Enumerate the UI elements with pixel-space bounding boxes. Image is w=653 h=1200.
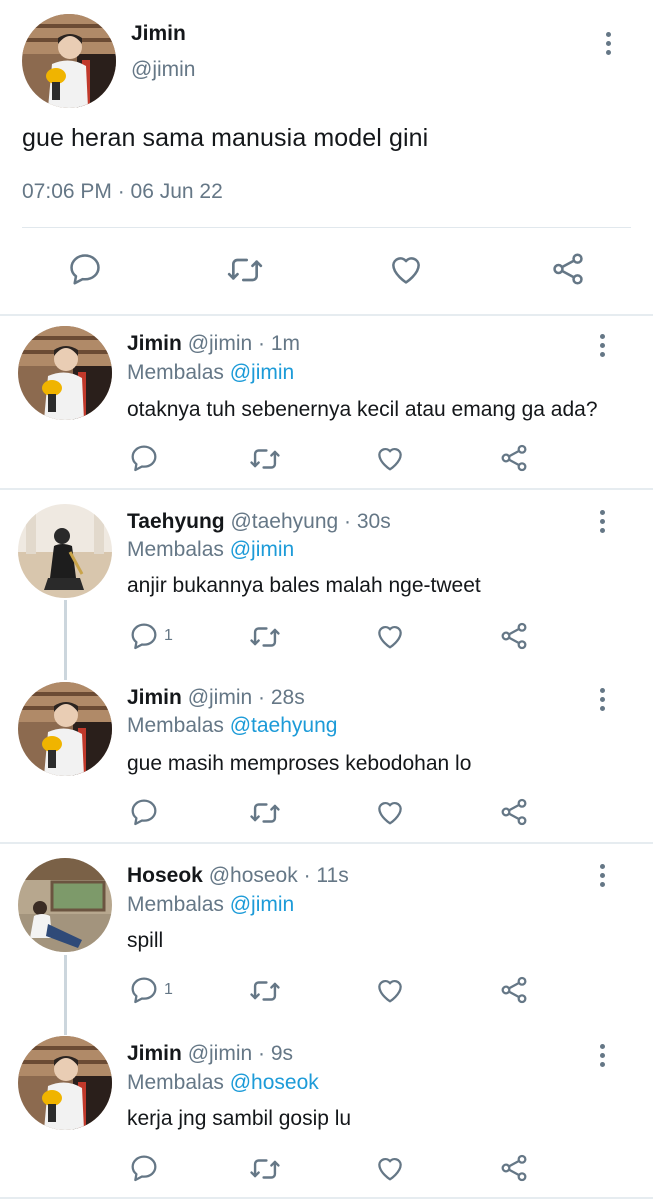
reply-icon[interactable] bbox=[128, 620, 160, 652]
like-icon[interactable] bbox=[374, 796, 406, 828]
reply-time: · 1m bbox=[258, 332, 301, 355]
share-icon[interactable] bbox=[498, 442, 530, 474]
reply-text: kerja jng sambil gosip lu bbox=[127, 1107, 352, 1130]
reply-count: 1 bbox=[164, 627, 173, 644]
share-icon[interactable] bbox=[498, 974, 530, 1006]
author-name[interactable]: Jimin bbox=[127, 332, 182, 355]
reply-count: 1 bbox=[164, 981, 173, 998]
replying-to: Membalas @taehyung bbox=[127, 714, 337, 738]
replying-to-label: Membalas bbox=[127, 1071, 224, 1094]
replying-to-label: Membalas bbox=[127, 538, 224, 561]
like-icon[interactable] bbox=[374, 1152, 406, 1184]
reply-header: Hoseok @hoseok · 11s bbox=[127, 864, 349, 888]
author-handle[interactable]: @hoseok bbox=[209, 864, 298, 887]
like-icon[interactable] bbox=[387, 250, 425, 288]
retweet-icon[interactable] bbox=[248, 796, 282, 830]
more-options-icon[interactable] bbox=[598, 510, 606, 533]
author-name[interactable]: Jimin bbox=[127, 686, 182, 709]
reply-header: Taehyung @taehyung · 30s bbox=[127, 510, 391, 534]
author-name[interactable]: Jimin bbox=[131, 22, 186, 46]
reply-icon[interactable] bbox=[66, 250, 104, 288]
avatar[interactable] bbox=[18, 504, 112, 598]
more-options-icon[interactable] bbox=[598, 334, 606, 357]
retweet-icon[interactable] bbox=[248, 442, 282, 476]
replying-to: Membalas @jimin bbox=[127, 893, 294, 917]
reply-time: · 28s bbox=[258, 686, 305, 709]
share-icon[interactable] bbox=[498, 1152, 530, 1184]
avatar[interactable] bbox=[22, 14, 116, 108]
tweet-timestamp: 07:06 PM · 06 Jun 22 bbox=[22, 180, 223, 203]
more-options-icon[interactable] bbox=[604, 32, 612, 55]
tweet-text: gue heran sama manusia model gini bbox=[22, 124, 429, 152]
replying-to: Membalas @jimin bbox=[127, 538, 294, 562]
reply-icon[interactable] bbox=[128, 796, 160, 828]
avatar[interactable] bbox=[18, 1036, 112, 1130]
more-options-icon[interactable] bbox=[598, 688, 606, 711]
reply-icon[interactable] bbox=[128, 974, 160, 1006]
author-handle[interactable]: @jimin bbox=[188, 332, 253, 355]
author-handle[interactable]: @jimin bbox=[188, 1042, 253, 1065]
like-icon[interactable] bbox=[374, 442, 406, 474]
author-name[interactable]: Taehyung bbox=[127, 510, 225, 533]
replying-to-handle[interactable]: @hoseok bbox=[230, 1071, 319, 1094]
replying-to: Membalas @hoseok bbox=[127, 1071, 319, 1095]
reply-header: Jimin @jimin · 28s bbox=[127, 686, 305, 710]
replying-to-handle[interactable]: @taehyung bbox=[230, 714, 338, 737]
retweet-icon[interactable] bbox=[248, 620, 282, 654]
reply-time: · 30s bbox=[344, 510, 391, 533]
replying-to-label: Membalas bbox=[127, 714, 224, 737]
reply-text: anjir bukannya bales malah nge-tweet bbox=[127, 574, 481, 597]
divider bbox=[22, 227, 631, 228]
reply-tweet: Jimin @jimin · 1m Membalas @jimin otakny… bbox=[0, 316, 653, 488]
author-name[interactable]: Hoseok bbox=[127, 864, 203, 887]
reply-text: gue masih memproses kebodohan lo bbox=[127, 752, 472, 775]
retweet-icon[interactable] bbox=[248, 974, 282, 1008]
author-handle[interactable]: @jimin bbox=[188, 686, 253, 709]
replying-to-label: Membalas bbox=[127, 893, 224, 916]
reply-header: Jimin @jimin · 9s bbox=[127, 1042, 293, 1066]
reply-text: otaknya tuh sebenernya kecil atau emang … bbox=[127, 398, 598, 421]
share-icon[interactable] bbox=[498, 620, 530, 652]
reply-tweet: Jimin @jimin · 28s Membalas @taehyung gu… bbox=[0, 668, 653, 842]
reply-tweet: Jimin @jimin · 9s Membalas @hoseok kerja… bbox=[0, 1024, 653, 1198]
reply-icon[interactable] bbox=[128, 442, 160, 474]
share-icon[interactable] bbox=[498, 796, 530, 828]
divider bbox=[0, 1197, 653, 1199]
avatar[interactable] bbox=[18, 858, 112, 952]
reply-time: · 9s bbox=[258, 1042, 294, 1065]
like-icon[interactable] bbox=[374, 974, 406, 1006]
main-tweet: Jimin @jimin gue heran sama manusia mode… bbox=[0, 0, 653, 314]
author-handle[interactable]: @taehyung bbox=[230, 510, 338, 533]
reply-header: Jimin @jimin · 1m bbox=[127, 332, 300, 356]
retweet-icon[interactable] bbox=[248, 1152, 282, 1186]
author-handle[interactable]: @jimin bbox=[131, 58, 196, 82]
reply-tweet: Taehyung @taehyung · 30s Membalas @jimin… bbox=[0, 490, 653, 668]
reply-icon[interactable] bbox=[128, 1152, 160, 1184]
replying-to-handle[interactable]: @jimin bbox=[230, 893, 295, 916]
like-icon[interactable] bbox=[374, 620, 406, 652]
share-icon[interactable] bbox=[549, 250, 587, 288]
avatar[interactable] bbox=[18, 326, 112, 420]
author-name[interactable]: Jimin bbox=[127, 1042, 182, 1065]
replying-to-label: Membalas bbox=[127, 361, 224, 384]
more-options-icon[interactable] bbox=[598, 1044, 606, 1067]
more-options-icon[interactable] bbox=[598, 864, 606, 887]
retweet-icon[interactable] bbox=[225, 250, 265, 290]
replying-to-handle[interactable]: @jimin bbox=[230, 361, 295, 384]
reply-time: · 11s bbox=[303, 864, 349, 887]
avatar[interactable] bbox=[18, 682, 112, 776]
reply-text: spill bbox=[127, 929, 164, 952]
reply-tweet: Hoseok @hoseok · 11s Membalas @jimin spi… bbox=[0, 844, 653, 1024]
replying-to: Membalas @jimin bbox=[127, 361, 294, 385]
replying-to-handle[interactable]: @jimin bbox=[230, 538, 295, 561]
